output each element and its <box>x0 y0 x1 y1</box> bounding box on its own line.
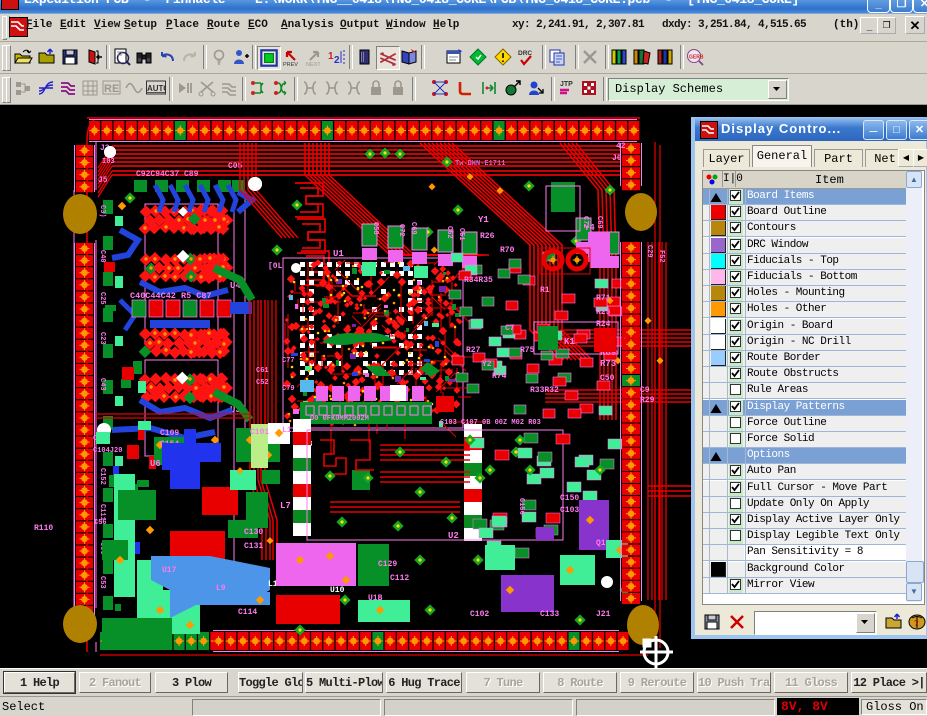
svg-text:C69: C69 <box>409 222 417 235</box>
svg-text:O0 0FK0MM2002M: O0 0FK0MM2002M <box>310 415 369 423</box>
svg-text:AUTO: AUTO <box>147 84 166 93</box>
svg-text:C129: C129 <box>378 560 397 569</box>
svg-text:R24: R24 <box>596 320 611 329</box>
svg-text:J6: J6 <box>612 154 622 163</box>
svg-text:PREV: PREV <box>283 62 298 67</box>
svg-text:C29: C29 <box>645 245 653 258</box>
svg-text:Q1: Q1 <box>596 539 606 548</box>
svg-text:C62: C62 <box>445 226 453 239</box>
svg-text:NEXT: NEXT <box>306 62 321 67</box>
svg-text:C51: C51 <box>457 228 465 241</box>
svg-text:Tw-DHN-E1711: Tw-DHN-E1711 <box>455 160 505 168</box>
svg-text:C56: C56 <box>94 519 107 527</box>
svg-text:RE: RE <box>104 83 119 95</box>
svg-text:U6: U6 <box>150 459 161 469</box>
svg-text:C58: C58 <box>371 222 379 235</box>
svg-text:R27: R27 <box>466 346 481 355</box>
svg-text:U1: U1 <box>333 249 344 259</box>
svg-text:R73: R73 <box>600 359 616 369</box>
svg-text:C3): C3) <box>98 205 106 218</box>
svg-text:C40C44C42 R5 C87: C40C44C42 R5 C87 <box>130 291 212 301</box>
svg-text:C103 C107 0B 00Z M02 R03: C103 C107 0B 00Z M02 R03 <box>440 419 541 427</box>
svg-text:C150: C150 <box>560 494 579 503</box>
svg-text:K1: K1 <box>564 337 575 347</box>
svg-text:C152: C152 <box>98 468 106 485</box>
svg-text:?: ? <box>914 619 919 628</box>
svg-text:C156: C156 <box>517 498 525 515</box>
svg-text:C53: C53 <box>98 576 106 589</box>
svg-text:I03: I03 <box>102 158 115 166</box>
svg-text:L7: L7 <box>280 501 291 511</box>
svg-text:U10: U10 <box>330 586 345 595</box>
svg-text:[0L: [0L <box>268 262 283 271</box>
svg-text:C61: C61 <box>256 367 269 375</box>
svg-text:U2: U2 <box>448 531 459 541</box>
svg-text:R74: R74 <box>492 372 507 381</box>
svg-text:C114: C114 <box>238 608 257 617</box>
svg-text:C52: C52 <box>256 379 269 387</box>
svg-text:R110: R110 <box>34 524 53 533</box>
svg-text:R25: R25 <box>596 308 611 317</box>
svg-text:R75: R75 <box>520 346 535 355</box>
svg-text:Y1: Y1 <box>478 215 489 225</box>
svg-text:R29: R29 <box>640 396 655 405</box>
svg-text:C77: C77 <box>282 357 295 365</box>
svg-text:Y4: Y4 <box>584 223 595 233</box>
svg-text:C72: C72 <box>397 224 405 237</box>
svg-text:R70: R70 <box>500 246 515 255</box>
svg-text:C102: C102 <box>470 610 489 619</box>
svg-text:C23: C23 <box>98 332 106 345</box>
svg-text:J5: J5 <box>98 176 108 185</box>
svg-text:C104J20: C104J20 <box>93 447 122 455</box>
svg-text:R1: R1 <box>540 286 550 295</box>
svg-text:C92C94C37 C89: C92C94C37 C89 <box>136 170 199 179</box>
svg-text:C69: C69 <box>595 216 603 229</box>
svg-text:C133: C133 <box>540 610 559 619</box>
svg-text:R33R32: R33R32 <box>530 386 559 395</box>
svg-text:J21: J21 <box>596 610 611 619</box>
svg-text:C43: C43 <box>98 378 106 391</box>
svg-text:GERB: GERB <box>689 55 704 61</box>
svg-text:2: 2 <box>334 55 340 66</box>
svg-text:42: 42 <box>616 142 626 151</box>
svg-text:C131: C131 <box>244 542 263 551</box>
svg-text:Y2: Y2 <box>482 360 492 369</box>
svg-text:R34R35: R34R35 <box>464 276 493 285</box>
svg-text:C101: C101 <box>250 428 269 437</box>
svg-text:C103: C103 <box>560 506 579 515</box>
svg-text:C79: C79 <box>282 385 295 393</box>
svg-text:F52: F52 <box>657 250 665 263</box>
svg-text:C112: C112 <box>390 574 409 583</box>
svg-text:C40: C40 <box>98 250 106 263</box>
svg-text:L9: L9 <box>216 584 226 593</box>
svg-text:U17: U17 <box>162 566 177 575</box>
svg-text:JTP: JTP <box>560 81 573 88</box>
svg-text:C130: C130 <box>244 528 263 537</box>
svg-text:C109: C109 <box>160 429 179 438</box>
svg-text:C25: C25 <box>98 292 106 305</box>
svg-text:C50: C50 <box>600 374 615 383</box>
svg-text:R26: R26 <box>480 232 495 241</box>
svg-text:C7: C7 <box>505 324 515 333</box>
